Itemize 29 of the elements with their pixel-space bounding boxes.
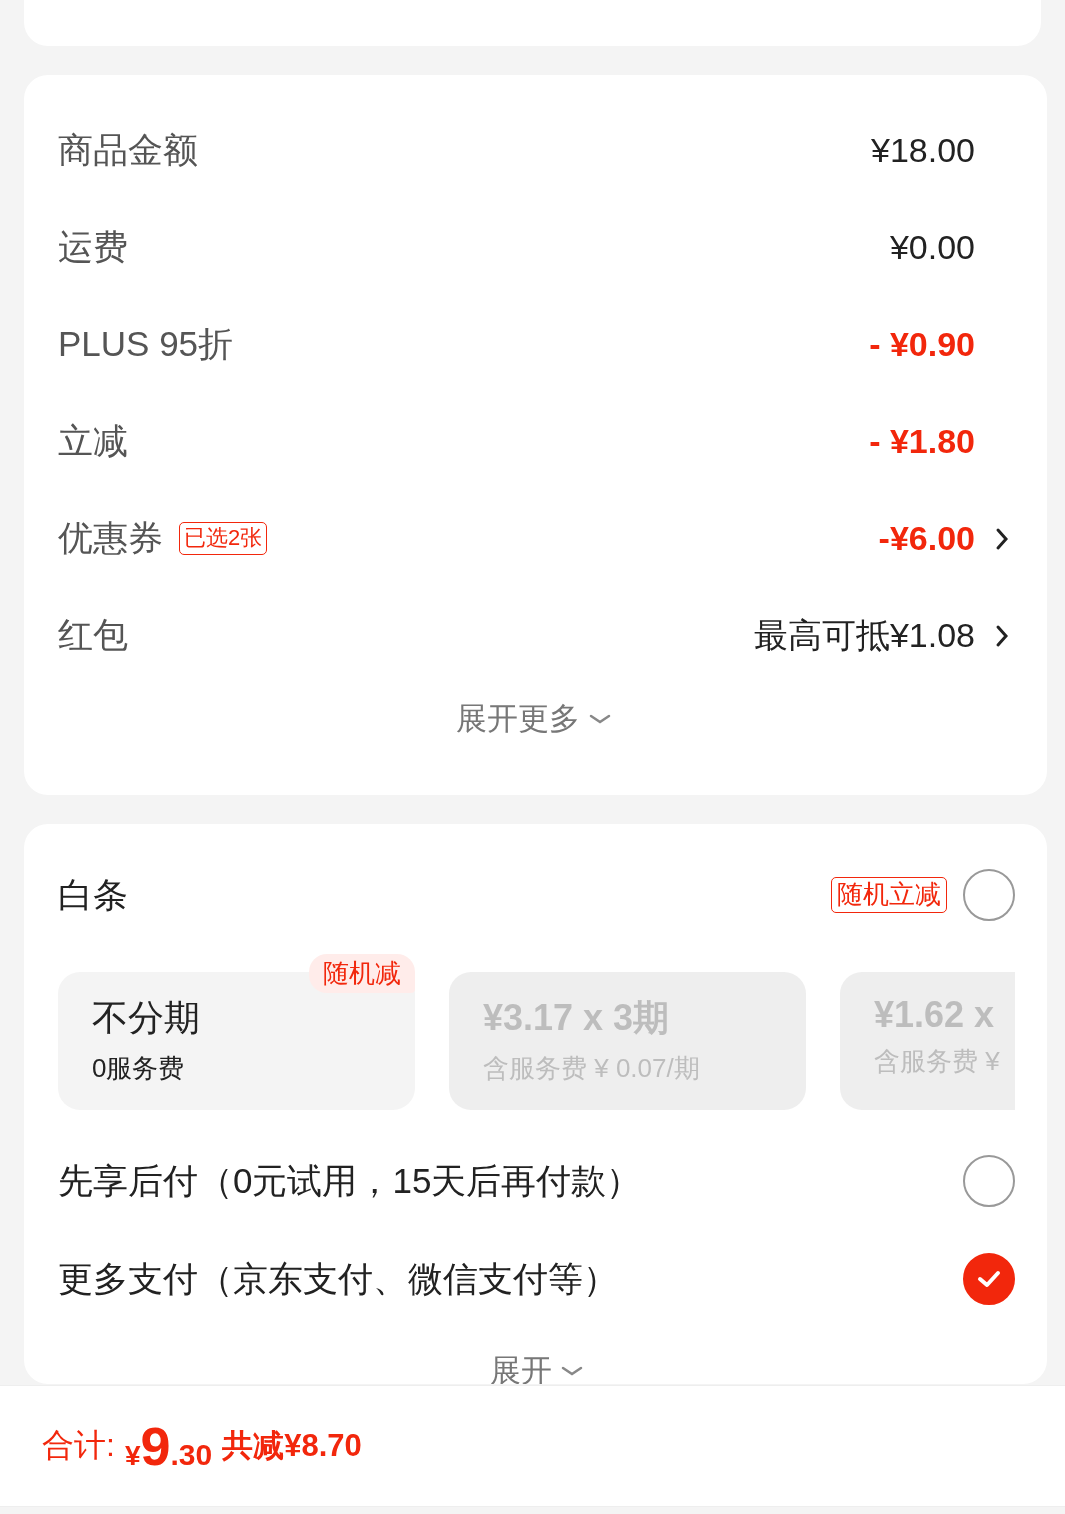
radio-button[interactable] [963,869,1015,921]
price-label: 运费 [58,226,128,268]
coupon-tag: 已选2张 [179,522,268,555]
radio-button[interactable] [963,1253,1015,1305]
payment-method-label: 白条 [58,873,128,916]
price-label: 优惠券 [58,517,163,559]
payment-method-label: 先享后付（0元试用，15天后再付款） [58,1159,642,1202]
price-value: - ¥1.80 [869,422,975,461]
chevron-down-icon [559,1365,584,1377]
chevron-down-icon [587,713,612,725]
price-label: 商品金额 [58,129,198,171]
saving-amount: 共减¥8.70 [222,1427,362,1465]
total-amount: ¥9.30 [124,1415,213,1477]
price-value: ¥18.00 [871,131,975,170]
chevron-right-icon[interactable] [995,623,1009,648]
payment-method-label: 更多支付（京东支付、微信支付等） [58,1257,618,1300]
price-value: - ¥0.90 [869,325,975,364]
promo-badge: 随机减 [309,954,415,993]
price-value: 最高可抵¥1.08 [753,614,975,656]
total-label: 合计: [42,1426,115,1465]
promo-tag: 随机立减 [831,877,947,913]
price-value: ¥0.00 [889,228,975,267]
price-value: -¥6.00 [878,519,975,558]
price-label: 立减 [58,420,128,462]
price-label: PLUS 95折 [58,323,234,365]
expand-more-button[interactable]: 展开更多 [455,684,612,754]
radio-button[interactable] [963,1155,1015,1207]
chevron-right-icon[interactable] [995,526,1009,551]
price-label: 红包 [58,614,128,656]
